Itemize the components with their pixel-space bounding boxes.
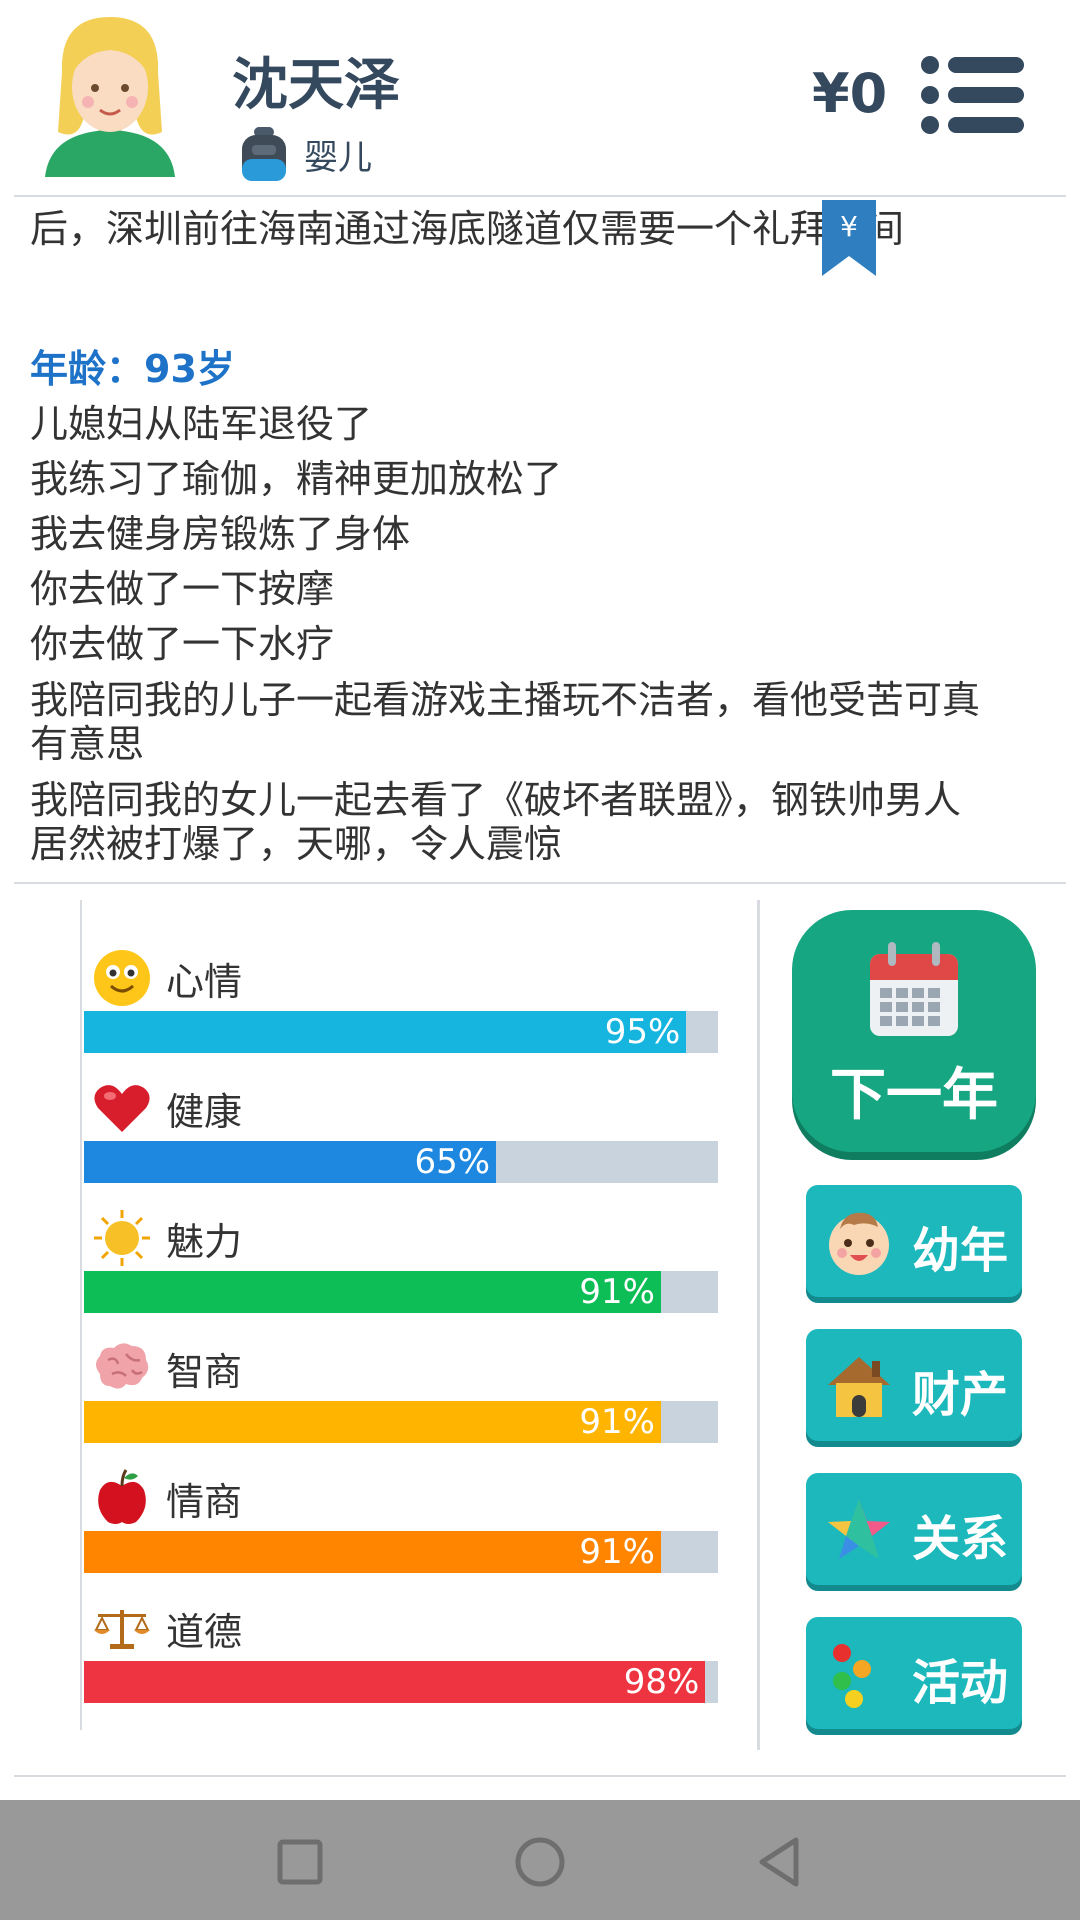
player-name: 沈天泽 <box>232 53 400 118</box>
stat-bar-fill: 98% <box>84 1661 706 1703</box>
stat-percent: 95% <box>604 1012 681 1052</box>
activities-label: 活动 <box>912 1655 1009 1711</box>
next-year-button[interactable]: 下一年 <box>792 910 1036 1152</box>
event-log[interactable]: 后，深圳前往海南通过海底隧道仅需要一个礼拜时间 年龄：93岁 儿媳妇从陆军退役了… <box>0 197 1080 865</box>
apple-icon <box>98 1469 146 1524</box>
backpack-icon <box>242 127 286 181</box>
bookmark-glyph: ¥ <box>840 210 858 243</box>
relations-label: 关系 <box>912 1511 1009 1567</box>
stat-percent: 91% <box>579 1272 655 1312</box>
stat-percent: 91% <box>579 1402 655 1442</box>
home-icon[interactable] <box>512 1834 568 1890</box>
log-line: 我陪同我的儿子一起看游戏主播玩不洁者，看他受苦可真 <box>30 678 981 722</box>
stat-bar-fill: 91% <box>84 1401 661 1443</box>
system-nav-bar <box>0 1800 1080 1920</box>
next-year-label: 下一年 <box>830 1063 998 1128</box>
stat-bar: 91% <box>84 1531 718 1573</box>
childhood-label: 幼年 <box>912 1223 1009 1279</box>
stats-panel: 心情 95% 健康 65% 魅力 91% 智商 91% 情商 91% 道德 98… <box>80 900 722 1730</box>
stat-bar: 98% <box>84 1661 718 1703</box>
activities-button[interactable]: 活动 <box>806 1617 1022 1729</box>
stat-label: 心情 <box>166 959 243 1004</box>
stat-bar-fill: 95% <box>84 1011 687 1053</box>
log-line: 我练习了瑜伽，精神更加放松了 <box>30 457 563 501</box>
smiley-icon <box>94 950 150 1006</box>
heart-icon <box>94 1085 150 1132</box>
property-button[interactable]: 财产 <box>806 1329 1022 1441</box>
stat-mood: 心情 95% <box>82 945 722 1065</box>
stat-morality: 道德 98% <box>82 1595 722 1715</box>
stat-label: 健康 <box>166 1089 243 1134</box>
childhood-button[interactable]: 幼年 <box>806 1185 1022 1297</box>
bookmark-icon[interactable]: ¥ <box>822 200 876 276</box>
stat-health: 健康 65% <box>82 1075 722 1195</box>
stat-label: 魅力 <box>166 1219 243 1264</box>
log-line: 我去健身房锻炼了身体 <box>30 512 411 556</box>
stat-percent: 65% <box>414 1142 491 1182</box>
menu-icon[interactable] <box>920 55 1025 135</box>
header: 沈天泽 婴儿 ¥0 <box>0 0 1080 195</box>
log-line: 居然被打爆了，天哪，令人震惊 <box>30 822 563 865</box>
money-balance: ¥0 <box>812 62 888 125</box>
scale-icon <box>94 1610 150 1649</box>
property-label: 财产 <box>912 1367 1009 1423</box>
avatar[interactable] <box>40 12 180 177</box>
age-label: 年龄：93岁 <box>30 347 235 391</box>
log-divider <box>14 882 1066 884</box>
sun-icon <box>94 1210 150 1266</box>
bottom-divider <box>14 1775 1066 1777</box>
house-icon <box>828 1357 890 1417</box>
log-line: 有意思 <box>30 722 145 766</box>
log-line: 我陪同我的女儿一起去看了《破坏者联盟》，钢铁帅男人 <box>30 778 962 822</box>
life-stage-label: 婴儿 <box>304 137 372 178</box>
stat-percent: 98% <box>623 1662 700 1702</box>
stat-label: 道德 <box>166 1609 243 1654</box>
stat-bar: 65% <box>84 1141 718 1183</box>
stat-bar-fill: 91% <box>84 1531 661 1573</box>
stat-percent: 91% <box>579 1532 655 1572</box>
log-line: 你去做了一下水疗 <box>30 622 335 666</box>
stat-bar: 91% <box>84 1401 718 1443</box>
log-line: 儿媳妇从陆军退役了 <box>30 402 373 446</box>
baby-face-icon <box>829 1212 889 1275</box>
stat-bar: 95% <box>84 1011 718 1053</box>
stat-charm: 魅力 91% <box>82 1205 722 1325</box>
log-line: 你去做了一下按摩 <box>30 567 335 611</box>
recents-icon[interactable] <box>272 1834 328 1890</box>
log-line: 后，深圳前往海南通过海底隧道仅需要一个礼拜时间 <box>30 207 905 251</box>
stat-label: 智商 <box>166 1349 243 1394</box>
stat-bar-fill: 65% <box>84 1141 497 1183</box>
brain-icon <box>96 1343 149 1389</box>
back-icon[interactable] <box>752 1834 808 1890</box>
stat-bar-fill: 91% <box>84 1271 661 1313</box>
calendar-icon <box>870 942 958 1036</box>
stat-bar: 91% <box>84 1271 718 1313</box>
stat-iq: 智商 91% <box>82 1335 722 1455</box>
stat-label: 情商 <box>166 1479 243 1524</box>
life-stage: 婴儿 <box>238 125 372 183</box>
activity-dots-icon <box>833 1644 871 1708</box>
stat-eq: 情商 91% <box>82 1465 722 1585</box>
relations-button[interactable]: 关系 <box>806 1473 1022 1585</box>
star-icon <box>828 1499 890 1559</box>
panel-divider <box>757 900 760 1750</box>
